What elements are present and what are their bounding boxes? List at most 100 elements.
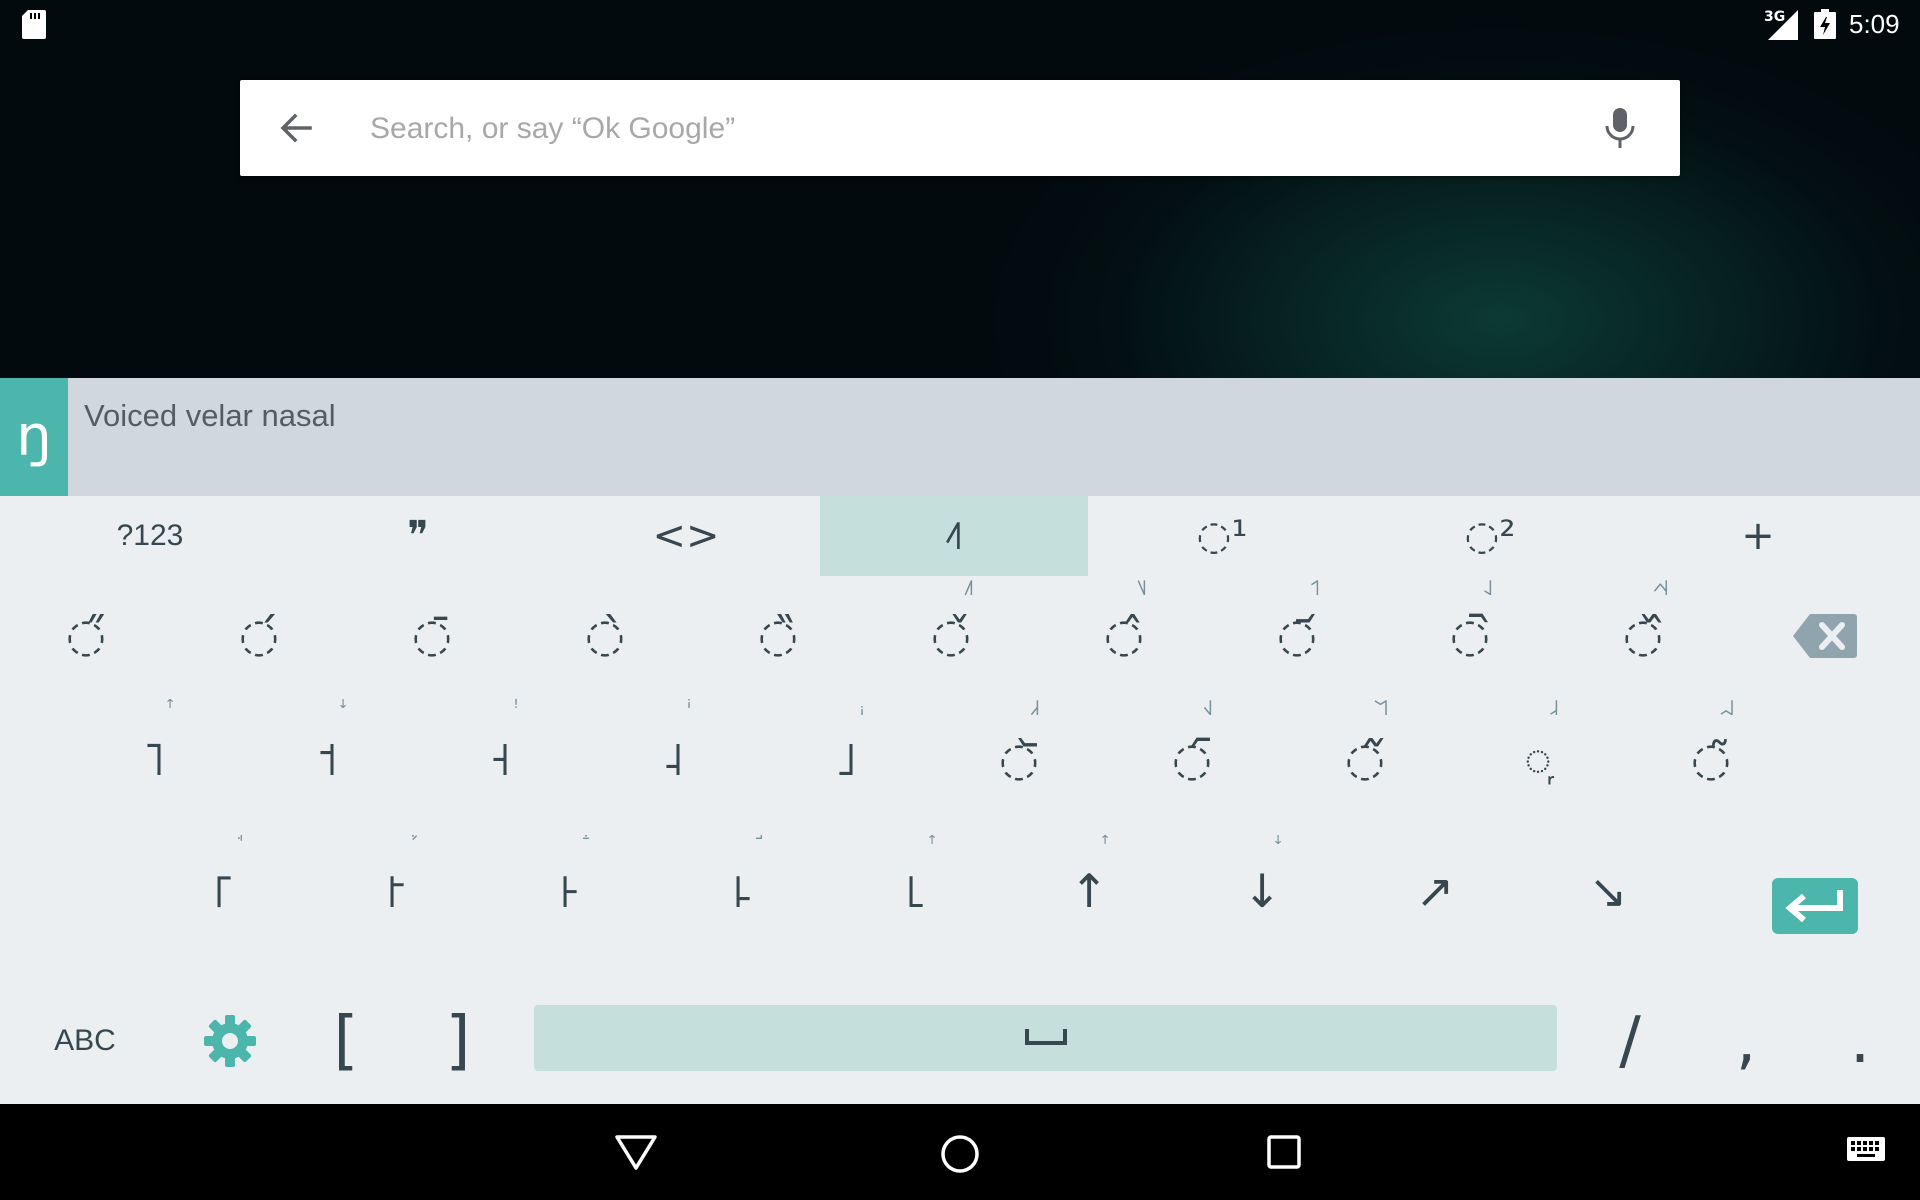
- key-row2-2[interactable]: ꜜ ˦: [241, 698, 413, 832]
- key-label: ↑: [1069, 864, 1109, 918]
- key-hint: ꜞ: [686, 696, 692, 721]
- tab-diacritics-2[interactable]: ◌²: [1356, 496, 1624, 576]
- key-row3-6[interactable]: ꜛ ↑: [1003, 834, 1175, 966]
- tab-tone-letters[interactable]: ˨˥: [820, 496, 1088, 576]
- microphone-icon[interactable]: [1602, 104, 1638, 152]
- key-row2-3[interactable]: ꜝ ˧: [414, 698, 586, 832]
- key-row3-2[interactable]: ꜘ꜓: [311, 836, 483, 966]
- back-arrow-icon[interactable]: [276, 108, 316, 148]
- key-hint: ꜚ: [673, 834, 845, 856]
- key-label: ◌᷆: [1449, 608, 1491, 662]
- tab-quotes[interactable]: ❞: [284, 496, 552, 576]
- home-circle-icon[interactable]: [938, 1132, 982, 1176]
- key-row1-2[interactable]: ◌́: [173, 586, 345, 716]
- key-hint: ˨˩: [1482, 576, 1494, 601]
- key-row1-4[interactable]: ◌̀: [519, 586, 691, 716]
- key-hint: ꜟ: [859, 696, 865, 721]
- key-label: ◌̂: [1103, 608, 1145, 662]
- key-row3-5[interactable]: ꜛ ꜖: [830, 834, 1002, 966]
- period-key[interactable]: .: [1830, 1004, 1890, 1078]
- signal-icon: [1768, 10, 1798, 40]
- character-preview-key[interactable]: ŋ: [0, 378, 68, 496]
- key-label: ꜓: [385, 864, 409, 918]
- key-label: ˩: [834, 732, 858, 786]
- space-key[interactable]: [534, 1005, 1557, 1071]
- key-row3-1[interactable]: ꜗ꜒: [138, 836, 310, 966]
- key-row3-7[interactable]: ꜜ ↓: [1176, 834, 1348, 966]
- back-triangle-icon[interactable]: [614, 1132, 658, 1172]
- tab-brackets[interactable]: <>: [552, 496, 820, 576]
- tab-tone-letters-label: ˨˥: [944, 513, 964, 559]
- tab-symbols[interactable]: ?123: [16, 496, 284, 576]
- key-hint: ˩˨: [1548, 696, 1560, 721]
- enter-arrow-icon: [1785, 890, 1843, 923]
- tab-more-label: +: [1741, 513, 1775, 559]
- key-hint: ꜙ: [500, 834, 672, 856]
- key-row2-6[interactable]: ˩˧ ◌᷅: [933, 698, 1105, 832]
- gear-icon: [204, 1015, 256, 1067]
- key-row1-8[interactable]: ˦˥ ◌᷄: [1211, 578, 1383, 716]
- key-row1-5[interactable]: ◌̏: [692, 586, 864, 716]
- slash-key[interactable]: /: [1600, 1004, 1660, 1078]
- key-row2-5[interactable]: ꜟ ˩: [760, 698, 932, 832]
- search-bar[interactable]: [240, 80, 1680, 176]
- key-hint: ˥˩: [1136, 576, 1148, 601]
- battery-charging-icon: [1814, 9, 1836, 39]
- tab-diacritics-1[interactable]: ◌¹: [1088, 496, 1356, 576]
- key-row1-10[interactable]: ˨˦˨ ◌᷈: [1557, 578, 1729, 716]
- key-label: ↗: [1415, 864, 1455, 918]
- key-row1-1[interactable]: ◌̋: [0, 586, 172, 716]
- key-row3-4[interactable]: ꜚ꜕: [657, 836, 829, 966]
- key-hint: ꜛ: [1100, 832, 1110, 857]
- key-hint: ꜛ: [165, 696, 175, 721]
- key-row3-9[interactable]: ↘: [1522, 836, 1694, 966]
- open-bracket-key[interactable]: [: [316, 1004, 376, 1078]
- key-row1-7[interactable]: ˥˩ ◌̂: [1038, 578, 1210, 716]
- tab-more[interactable]: +: [1624, 496, 1892, 576]
- status-bar: 3G 5:09: [0, 0, 1920, 50]
- key-label: ◌́: [238, 608, 280, 662]
- search-input[interactable]: [368, 98, 1522, 160]
- key-label: ◌᷇: [1171, 732, 1213, 786]
- key-label: ◌᷄: [1276, 608, 1318, 662]
- recents-square-icon[interactable]: [1264, 1132, 1304, 1172]
- key-row1-9[interactable]: ˨˩ ◌᷆: [1384, 578, 1556, 716]
- key-hint: ˥˦˥: [1372, 696, 1390, 721]
- key-label: ◌᷉: [1344, 732, 1386, 786]
- key-row1-6[interactable]: ˩˥ ◌̌: [865, 578, 1037, 716]
- key-label: ꜒: [212, 864, 236, 918]
- settings-key[interactable]: [198, 1006, 262, 1076]
- clock: 5:09: [1849, 9, 1900, 39]
- tab-quotes-label: ❞: [407, 513, 429, 559]
- key-label: ◌̀: [584, 608, 626, 662]
- key-hint: ˩˧: [1029, 696, 1041, 721]
- key-label: ꜕: [731, 864, 755, 918]
- key-hint: ꜜ: [338, 696, 348, 721]
- key-hint: ꜗ: [154, 834, 326, 856]
- keyboard-switch-icon[interactable]: [1846, 1136, 1886, 1166]
- key-label: ◌̃: [1690, 732, 1732, 786]
- key-row3-3[interactable]: ꜙ꜔: [484, 836, 656, 966]
- abc-key[interactable]: ABC: [40, 1006, 130, 1076]
- key-row2-8[interactable]: ˥˦˥ ◌᷉: [1279, 698, 1451, 832]
- key-label: ↘: [1588, 864, 1628, 918]
- enter-key[interactable]: [1772, 878, 1858, 934]
- key-row2-7[interactable]: ˧˩ ◌᷇: [1106, 698, 1278, 832]
- wallpaper: [0, 0, 1920, 378]
- key-hint: ˦˥: [1309, 576, 1321, 601]
- key-row2-9[interactable]: ˩˨ ◌᷊: [1452, 698, 1624, 832]
- key-row2-4[interactable]: ꜞ ˨: [587, 698, 759, 832]
- sd-card-icon: [22, 10, 46, 39]
- key-label: ˧: [488, 732, 512, 786]
- character-description: Voiced velar nasal: [84, 398, 336, 433]
- key-row2-1[interactable]: ꜛ ˥: [68, 698, 240, 832]
- backspace-key[interactable]: [1792, 612, 1858, 660]
- key-row2-10[interactable]: ˩˨˩ ◌̃: [1625, 698, 1797, 832]
- close-bracket-key[interactable]: ]: [428, 1004, 488, 1078]
- key-row1-3[interactable]: ◌̄: [346, 586, 518, 716]
- key-label: ◌᷅: [998, 732, 1040, 786]
- space-bar-icon: [1025, 1029, 1067, 1045]
- key-label: ꜔: [558, 864, 582, 918]
- comma-key[interactable]: ,: [1716, 1004, 1776, 1078]
- key-row3-8[interactable]: ↗: [1349, 836, 1521, 966]
